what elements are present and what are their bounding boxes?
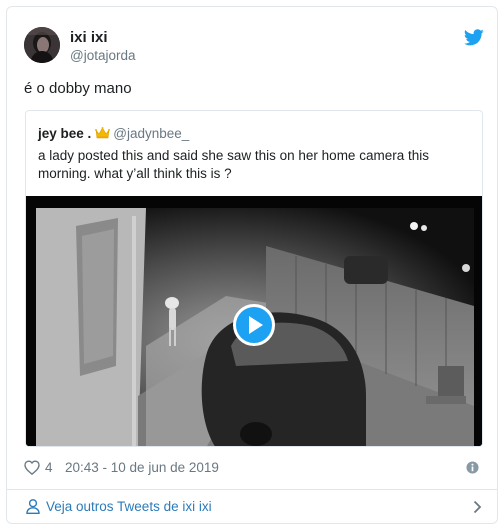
quoted-header: jey bee . @jadynbee_ (38, 126, 189, 141)
author-avatar[interactable] (24, 27, 60, 63)
play-button[interactable] (233, 304, 275, 346)
chevron-right-icon[interactable] (473, 500, 482, 514)
timestamp[interactable]: 20:43 - 10 de jun de 2019 (65, 460, 219, 475)
video-thumbnail[interactable] (26, 196, 482, 446)
play-icon (249, 316, 263, 334)
twitter-bird-icon[interactable] (464, 29, 484, 46)
embedded-tweet-card: ixi ixi @jotajorda é o dobby mano jey be… (6, 6, 498, 524)
more-tweets-label[interactable]: Veja outros Tweets de ixi ixi (46, 499, 212, 514)
quoted-tweet-text: a lady posted this and said she saw this… (38, 148, 429, 181)
tweet-meta: 4 20:43 - 10 de jun de 2019 (24, 459, 482, 479)
crown-emoji-icon (95, 127, 111, 139)
author-handle[interactable]: @jotajorda (70, 48, 136, 63)
person-icon (26, 499, 40, 514)
more-tweets-link[interactable]: Veja outros Tweets de ixi ixi (7, 490, 497, 524)
quoted-author-name[interactable]: jey bee . (38, 126, 91, 141)
heart-icon[interactable] (24, 460, 40, 475)
quoted-author-handle[interactable]: @jadynbee_ (113, 126, 189, 141)
tweet-text: é o dobby mano (24, 80, 132, 97)
author-name[interactable]: ixi ixi (70, 29, 108, 46)
quoted-tweet[interactable]: jey bee . @jadynbee_ a lady posted this … (25, 110, 483, 447)
like-count[interactable]: 4 (45, 460, 53, 475)
info-icon[interactable] (466, 461, 479, 474)
